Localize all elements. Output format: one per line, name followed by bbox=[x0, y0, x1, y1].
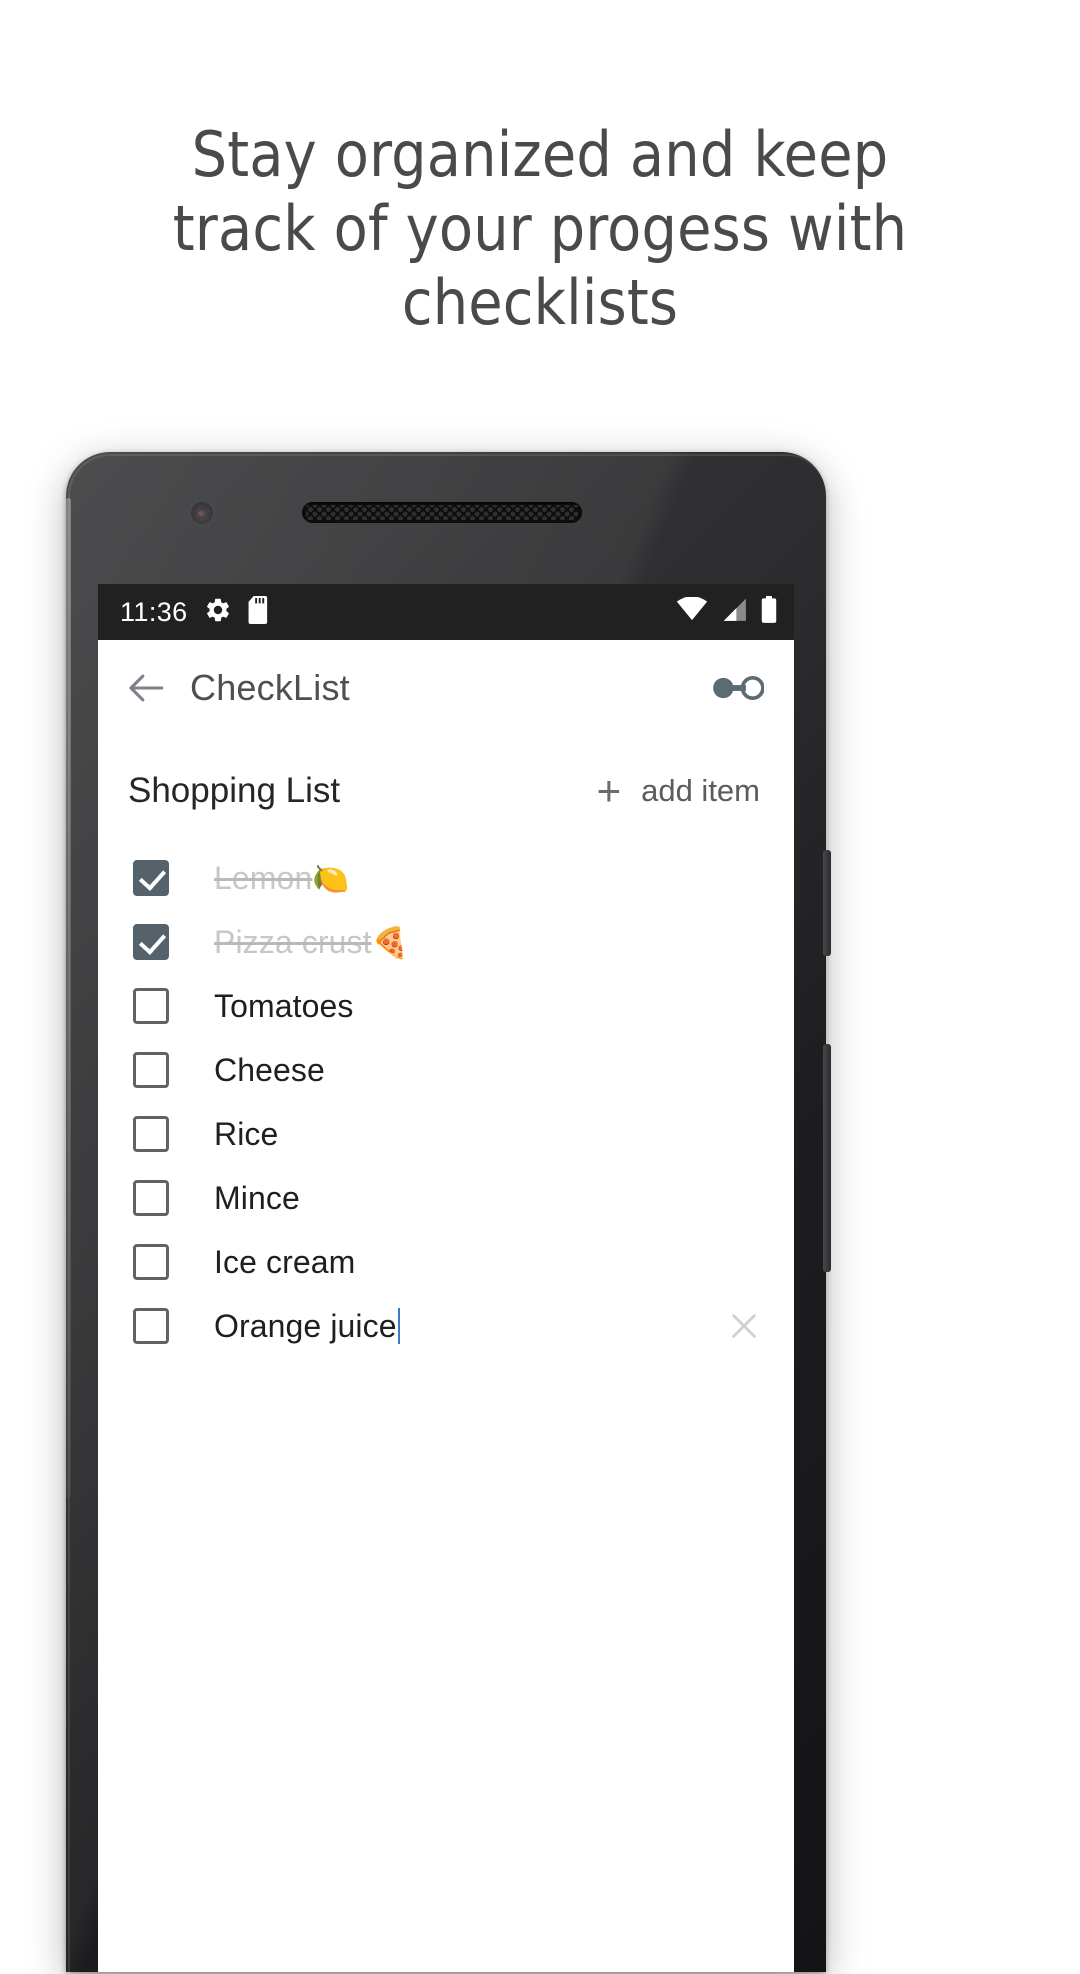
checklist-item[interactable]: Ice cream bbox=[128, 1230, 768, 1294]
status-clock: 11:36 bbox=[120, 596, 188, 627]
plus-icon: + bbox=[596, 767, 622, 814]
checklist-item[interactable]: Rice bbox=[128, 1102, 768, 1166]
earpiece-speaker bbox=[302, 502, 582, 523]
checklist: Lemon🍋 Pizza crust🍕 Tomatoes Cheese Rice Minc… bbox=[98, 812, 794, 1358]
checklist-item[interactable]: Cheese bbox=[128, 1038, 768, 1102]
phone-screen: 11:36 CheckList Shopping List + add item… bbox=[98, 584, 794, 1972]
app-toolbar: CheckList bbox=[98, 640, 794, 736]
status-bar-left: 11:36 bbox=[120, 595, 272, 629]
overflow-glasses-icon[interactable] bbox=[710, 668, 764, 708]
clear-item-icon[interactable] bbox=[720, 1302, 768, 1350]
headline-line-2: track of your progess with bbox=[172, 192, 908, 265]
promo-headline: Stay organized and keep track of your pr… bbox=[0, 118, 1080, 340]
checklist-item-emoji: 🍋 bbox=[312, 862, 350, 896]
checkbox-unchecked-icon[interactable] bbox=[133, 1052, 169, 1088]
checkbox-unchecked-icon[interactable] bbox=[133, 988, 169, 1024]
gear-icon bbox=[204, 596, 232, 629]
sd-card-icon bbox=[248, 595, 272, 629]
checklist-item[interactable]: Pizza crust🍕 bbox=[128, 910, 768, 974]
status-bar: 11:36 bbox=[98, 584, 794, 640]
list-header: Shopping List + add item bbox=[98, 736, 794, 812]
checklist-item-label[interactable]: Tomatoes bbox=[214, 988, 354, 1025]
checklist-item-label[interactable]: Ice cream bbox=[214, 1244, 355, 1281]
headline-line-1: Stay organized and keep bbox=[191, 118, 889, 191]
list-title: Shopping List bbox=[128, 771, 341, 810]
phone-edge-highlight bbox=[66, 498, 71, 1498]
checkbox-unchecked-icon[interactable] bbox=[133, 1308, 169, 1344]
headline-line-3: checklists bbox=[401, 266, 679, 339]
checkbox-unchecked-icon[interactable] bbox=[133, 1180, 169, 1216]
checklist-item-emoji: 🍕 bbox=[371, 926, 410, 960]
checklist-item-label[interactable]: Lemon🍋 bbox=[214, 860, 350, 897]
checkbox-checked-icon[interactable] bbox=[133, 860, 169, 896]
checkbox-unchecked-icon[interactable] bbox=[133, 1244, 169, 1280]
front-camera-icon bbox=[191, 502, 213, 524]
checklist-item-label[interactable]: Orange juice bbox=[214, 1307, 400, 1345]
cell-signal-icon bbox=[719, 597, 749, 628]
add-item-label: add item bbox=[641, 773, 760, 808]
checkbox-unchecked-icon[interactable] bbox=[133, 1116, 169, 1152]
add-item-button[interactable]: + add item bbox=[597, 770, 760, 812]
checklist-item[interactable]: Orange juice bbox=[128, 1294, 768, 1358]
checklist-item[interactable]: Lemon🍋 bbox=[128, 846, 768, 910]
phone-mockup: 11:36 CheckList Shopping List + add item… bbox=[66, 452, 831, 1974]
app-title: CheckList bbox=[190, 667, 350, 708]
checklist-item[interactable]: Tomatoes bbox=[128, 974, 768, 1038]
status-bar-right bbox=[676, 595, 778, 629]
power-button[interactable] bbox=[823, 850, 831, 956]
checklist-item-label[interactable]: Mince bbox=[214, 1180, 300, 1217]
battery-icon bbox=[760, 595, 778, 629]
volume-button[interactable] bbox=[823, 1044, 831, 1272]
text-cursor bbox=[397, 1307, 400, 1344]
checklist-item-label[interactable]: Cheese bbox=[214, 1052, 325, 1089]
checklist-item-label[interactable]: Rice bbox=[214, 1116, 278, 1153]
checkbox-checked-icon[interactable] bbox=[133, 924, 169, 960]
wifi-icon bbox=[676, 595, 708, 628]
back-arrow-icon[interactable] bbox=[124, 666, 168, 710]
checklist-item[interactable]: Mince bbox=[128, 1166, 768, 1230]
checklist-item-label[interactable]: Pizza crust🍕 bbox=[214, 924, 409, 961]
